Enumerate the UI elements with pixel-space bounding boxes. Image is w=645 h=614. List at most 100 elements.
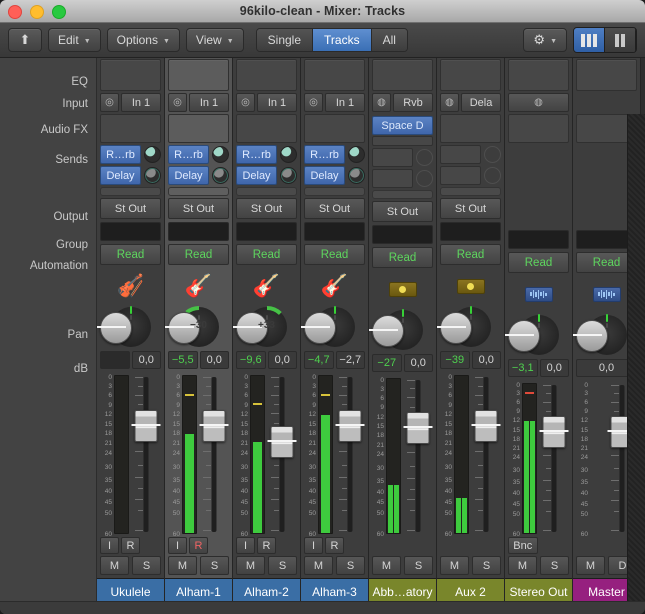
bus-icon[interactable] (456, 278, 485, 294)
mute-button[interactable]: M (576, 556, 605, 575)
peak-level-field[interactable] (100, 351, 130, 369)
volume-fader[interactable] (471, 375, 501, 534)
bounce-button[interactable]: Bnc (508, 537, 538, 554)
automation-mode-button[interactable]: Read (440, 244, 501, 265)
acoustic-guitar-icon[interactable]: 🎸 (185, 275, 212, 297)
send-destination-button[interactable]: Delay (304, 166, 345, 185)
input-slot-button[interactable]: In 1 (325, 93, 365, 112)
output-icon[interactable] (524, 286, 553, 302)
filter-single-button[interactable]: Single (256, 29, 314, 51)
solo-button[interactable]: S (132, 556, 161, 575)
output-button[interactable]: St Out (168, 198, 229, 219)
audio-fx-slot[interactable] (440, 114, 501, 143)
volume-fader[interactable] (539, 383, 569, 534)
send-destination-button[interactable]: Delay (100, 166, 141, 185)
close-button[interactable] (8, 5, 22, 19)
audio-fx-plugin-button[interactable]: Space D (372, 116, 433, 135)
eq-slot[interactable] (304, 59, 365, 91)
mute-button[interactable]: M (372, 556, 401, 575)
peak-level-field[interactable]: −4,7 (304, 351, 334, 369)
pan-knob[interactable] (368, 309, 423, 350)
zoom-button[interactable] (52, 5, 66, 19)
pan-knob[interactable]: +33 (232, 306, 287, 347)
solo-button[interactable]: S (404, 556, 433, 575)
group-slot[interactable] (304, 222, 365, 241)
volume-fader[interactable] (267, 375, 297, 534)
send-destination-button[interactable] (440, 145, 481, 164)
channel-strip[interactable]: ◎ In 1 R…rb Delay St Out Read 🎸 (232, 58, 301, 614)
output-icon[interactable] (592, 286, 621, 302)
eq-slot[interactable] (100, 59, 161, 91)
record-enable-button[interactable]: R (189, 537, 208, 554)
input-format-icon[interactable]: ◎ (168, 93, 187, 112)
electric-guitar-icon[interactable]: 🎸 (321, 275, 348, 297)
eq-slot[interactable] (236, 59, 297, 91)
record-enable-button[interactable]: R (257, 537, 276, 554)
send-level-knob[interactable] (416, 170, 433, 187)
input-monitor-button[interactable]: I (100, 537, 119, 554)
send-level-knob[interactable] (348, 146, 365, 163)
bus-icon[interactable] (388, 281, 417, 297)
channel-strip[interactable]: ◍ Read −3,1 0,0 036912 15 18 21 24 30 35… (504, 58, 573, 614)
pan-knob[interactable]: −30 (164, 306, 219, 347)
filter-tracks-button[interactable]: Tracks (313, 29, 372, 51)
settings-menu-button[interactable]: ⚙ ▼ (523, 28, 567, 52)
input-format-icon[interactable]: ◍ (372, 93, 391, 112)
automation-mode-button[interactable]: Read (168, 244, 229, 265)
channel-strip[interactable]: ◍ Dela St Out Read −39 0,0 0 3 6 9 12 15… (436, 58, 505, 614)
mute-button[interactable]: M (440, 556, 469, 575)
fader-handle[interactable] (471, 409, 501, 442)
peak-level-field[interactable]: −39 (440, 351, 470, 369)
fader-handle[interactable] (267, 425, 297, 458)
eq-slot[interactable] (372, 59, 433, 91)
send-destination-button[interactable] (372, 148, 413, 167)
send-level-knob[interactable] (144, 167, 161, 184)
peak-level-field[interactable]: −5,5 (168, 351, 198, 369)
audio-fx-slot[interactable] (508, 114, 569, 143)
send-level-knob[interactable] (144, 146, 161, 163)
eq-slot[interactable] (576, 59, 637, 91)
automation-mode-button[interactable]: Read (372, 247, 433, 268)
send-empty-slot[interactable] (168, 187, 229, 196)
filter-all-button[interactable]: All (371, 29, 407, 51)
edit-menu[interactable]: Edit ▼ (48, 28, 101, 52)
input-slot-button[interactable]: In 1 (121, 93, 161, 112)
peak-level-field[interactable]: −9,6 (236, 351, 266, 369)
send-destination-button[interactable]: R…rb (304, 145, 345, 164)
input-monitor-button[interactable]: I (236, 537, 255, 554)
volume-value-field[interactable]: 0,0 (403, 354, 433, 372)
input-slot-button[interactable]: Dela (461, 93, 501, 112)
peak-level-field[interactable]: −3,1 (508, 359, 538, 377)
channel-strip[interactable]: ◎ In 1 R…rb Delay St Out Read 🎻 0,0 0 3 … (97, 58, 165, 614)
group-slot[interactable] (236, 222, 297, 241)
send-destination-button[interactable]: R…rb (168, 145, 209, 164)
channel-strip[interactable]: ◍ Rvb Space D St Out Read −27 0,0 0 3 6 … (368, 58, 437, 614)
pan-knob[interactable] (97, 306, 151, 347)
solo-button[interactable]: S (472, 556, 501, 575)
audio-fx-slot[interactable] (236, 114, 297, 143)
group-slot[interactable] (372, 225, 433, 244)
send-level-knob[interactable] (212, 146, 229, 163)
send-level-knob[interactable] (348, 167, 365, 184)
channel-strip[interactable]: ◎ In 1 R…rb Delay St Out Read 🎸 (164, 58, 233, 614)
pan-knob[interactable] (504, 314, 559, 355)
solo-button[interactable]: S (268, 556, 297, 575)
eq-slot[interactable] (168, 59, 229, 91)
volume-fader[interactable] (403, 378, 433, 534)
send-destination-button[interactable]: R…rb (100, 145, 141, 164)
mute-button[interactable]: M (100, 556, 129, 575)
audio-fx-empty-slot[interactable] (372, 136, 433, 146)
send-level-knob[interactable] (280, 167, 297, 184)
fader-handle[interactable] (539, 416, 569, 449)
send-level-knob[interactable] (484, 146, 501, 163)
send-level-knob[interactable] (416, 149, 433, 166)
volume-fader[interactable] (199, 375, 229, 534)
input-slot-button[interactable]: Rvb (393, 93, 433, 112)
eq-slot[interactable] (440, 59, 501, 91)
output-button[interactable]: St Out (100, 198, 161, 219)
group-slot[interactable] (440, 222, 501, 241)
send-empty-slot[interactable] (440, 187, 501, 196)
send-level-knob[interactable] (484, 167, 501, 184)
group-slot[interactable] (168, 222, 229, 241)
peak-level-field[interactable]: −27 (372, 354, 402, 372)
